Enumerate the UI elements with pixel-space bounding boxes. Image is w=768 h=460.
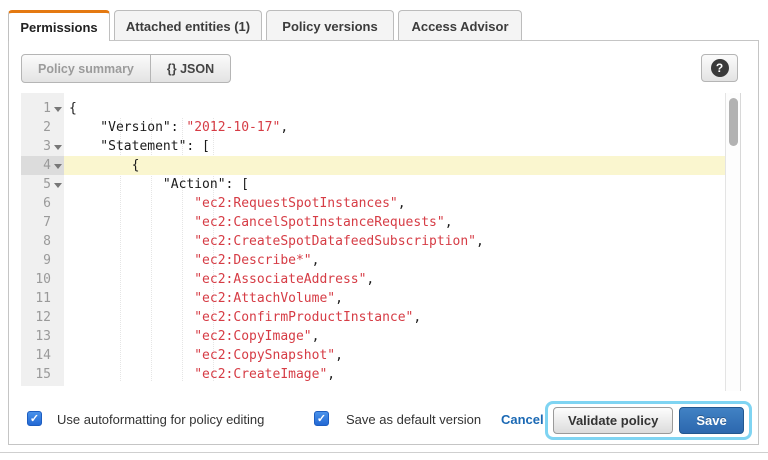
editor-line[interactable]: 7 "ec2:CancelSpotInstanceRequests", xyxy=(21,213,725,232)
tab-policy-versions[interactable]: Policy versions xyxy=(266,10,394,41)
primary-actions-focus-ring: Validate policy Save xyxy=(545,401,752,440)
line-number: 4 xyxy=(21,156,64,175)
editor-lines: 1{2 "Version": "2012-10-17",3 "Statement… xyxy=(21,99,725,384)
autoformat-label: Use autoformatting for policy editing xyxy=(57,412,264,427)
tab-access-advisor[interactable]: Access Advisor xyxy=(398,10,522,41)
editor-line[interactable]: 8 "ec2:CreateSpotDatafeedSubscription", xyxy=(21,232,725,251)
editor-line[interactable]: 9 "ec2:Describe*", xyxy=(21,251,725,270)
code-text: "ec2:CreateSpotDatafeedSubscription", xyxy=(64,232,725,251)
line-number: 14 xyxy=(21,346,64,365)
policy-summary-toggle[interactable]: Policy summary xyxy=(22,55,150,82)
cancel-link[interactable]: Cancel xyxy=(501,412,544,427)
editor-line[interactable]: 13 "ec2:CopyImage", xyxy=(21,327,725,346)
page-divider xyxy=(0,452,768,453)
line-number: 10 xyxy=(21,270,64,289)
code-text: { xyxy=(64,99,725,118)
line-number: 8 xyxy=(21,232,64,251)
code-text: "ec2:CopyImage", xyxy=(64,327,725,346)
autoformat-checkbox[interactable]: ✓ xyxy=(27,411,42,426)
fold-arrow-icon[interactable] xyxy=(54,164,62,169)
line-number: 3 xyxy=(21,137,64,156)
line-number: 15 xyxy=(21,365,64,384)
editor-line[interactable]: 1{ xyxy=(21,99,725,118)
code-text: "ec2:AssociateAddress", xyxy=(64,270,725,289)
json-code-editor[interactable]: 1{2 "Version": "2012-10-17",3 "Statement… xyxy=(21,93,741,391)
code-text: "ec2:RequestSpotInstances", xyxy=(64,194,725,213)
editor-line[interactable]: 6 "ec2:RequestSpotInstances", xyxy=(21,194,725,213)
line-number: 6 xyxy=(21,194,64,213)
line-number: 2 xyxy=(21,118,64,137)
default-version-label: Save as default version xyxy=(346,412,481,427)
validate-policy-button[interactable]: Validate policy xyxy=(553,407,673,434)
editor-line[interactable]: 11 "ec2:AttachVolume", xyxy=(21,289,725,308)
line-number: 13 xyxy=(21,327,64,346)
code-text: "Statement": [ xyxy=(64,137,725,156)
editor-line[interactable]: 3 "Statement": [ xyxy=(21,137,725,156)
view-toggle-group: Policy summary {} JSON xyxy=(21,54,231,83)
default-version-checkbox[interactable]: ✓ xyxy=(314,411,329,426)
editor-line[interactable]: 4 { xyxy=(21,156,725,175)
fold-arrow-icon[interactable] xyxy=(54,107,62,112)
code-text: "ec2:CancelSpotInstanceRequests", xyxy=(64,213,725,232)
editor-line[interactable]: 5 "Action": [ xyxy=(21,175,725,194)
save-button[interactable]: Save xyxy=(679,407,743,434)
line-number: 1 xyxy=(21,99,64,118)
tab-permissions[interactable]: Permissions xyxy=(8,10,110,41)
editor-line[interactable]: 12 "ec2:ConfirmProductInstance", xyxy=(21,308,725,327)
code-text: "ec2:ConfirmProductInstance", xyxy=(64,308,725,327)
editor-line[interactable]: 15 "ec2:CreateImage", xyxy=(21,365,725,384)
editor-line[interactable]: 10 "ec2:AssociateAddress", xyxy=(21,270,725,289)
editor-line[interactable]: 14 "ec2:CopySnapshot", xyxy=(21,346,725,365)
help-button[interactable]: ? xyxy=(701,54,738,82)
code-text: "ec2:CopySnapshot", xyxy=(64,346,725,365)
question-mark-icon: ? xyxy=(711,59,729,77)
line-number: 9 xyxy=(21,251,64,270)
scrollbar-thumb[interactable] xyxy=(729,98,738,146)
line-number: 7 xyxy=(21,213,64,232)
tab-attached-entities-1[interactable]: Attached entities (1) xyxy=(114,10,262,41)
code-text: "Version": "2012-10-17", xyxy=(64,118,725,137)
json-toggle[interactable]: {} JSON xyxy=(150,55,230,82)
line-number: 11 xyxy=(21,289,64,308)
policy-editor-widget: PermissionsAttached entities (1)Policy v… xyxy=(0,0,768,460)
fold-arrow-icon[interactable] xyxy=(54,183,62,188)
line-number: 5 xyxy=(21,175,64,194)
editor-scrollbar[interactable] xyxy=(725,93,741,391)
code-text: "ec2:Describe*", xyxy=(64,251,725,270)
fold-arrow-icon[interactable] xyxy=(54,145,62,150)
code-text: "ec2:CreateImage", xyxy=(64,365,725,384)
code-text: "ec2:AttachVolume", xyxy=(64,289,725,308)
code-text: { xyxy=(64,156,725,175)
editor-line[interactable]: 2 "Version": "2012-10-17", xyxy=(21,118,725,137)
code-text: "Action": [ xyxy=(64,175,725,194)
line-number: 12 xyxy=(21,308,64,327)
permissions-panel: Policy summary {} JSON ? 1{2 "Version": … xyxy=(8,40,759,445)
